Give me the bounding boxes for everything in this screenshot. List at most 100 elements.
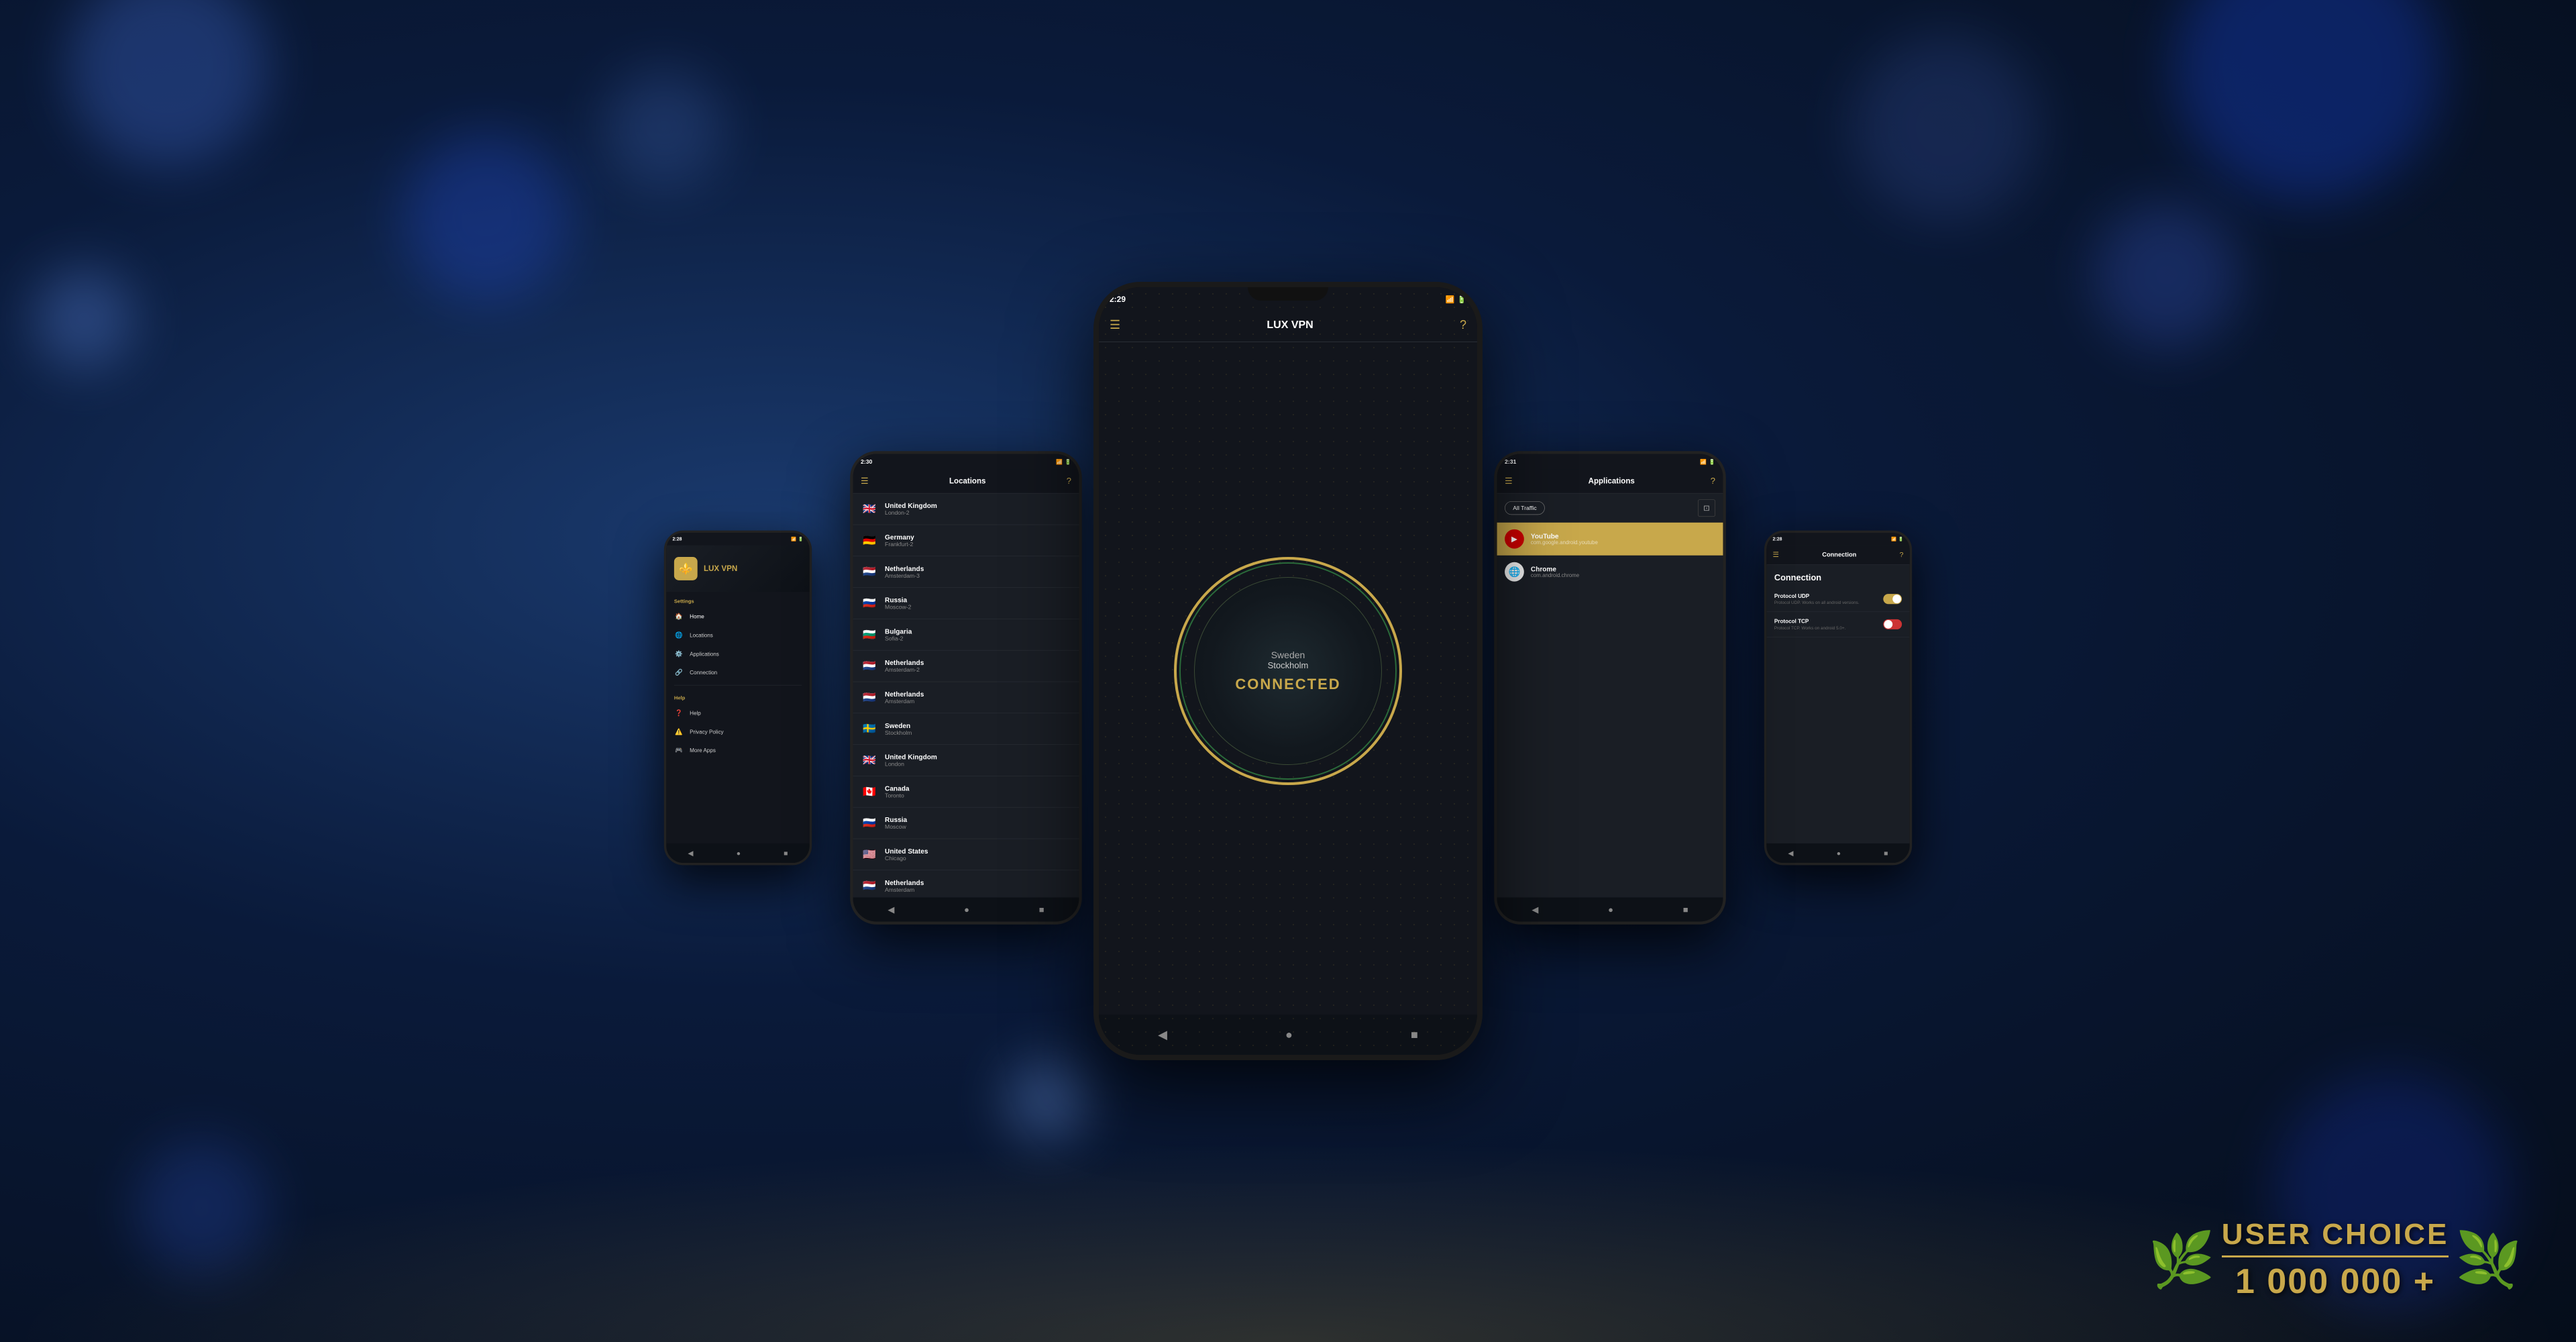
nav-item-help-label: Help	[690, 710, 701, 716]
app-item-youtube[interactable]: ▶ YouTube com.google.android.youtube	[1497, 523, 1723, 556]
app-package-chrome: com.android.chrome	[1531, 573, 1715, 579]
city-10: Moscow	[885, 823, 1071, 830]
nav-item-home-label: Home	[690, 613, 704, 619]
app-bar-setting: ☰ Connection ?	[1766, 546, 1909, 565]
more-apps-icon: 🎮	[674, 747, 684, 755]
nav-item-privacy-label: Privacy Policy	[690, 729, 724, 735]
udp-title: Protocol UDP	[1774, 592, 1860, 599]
location-item-7[interactable]: 🇸🇪 Sweden Stockholm	[853, 713, 1079, 745]
flag-us-11: 🇺🇸	[861, 845, 878, 863]
app-bar-title-loc: Locations	[874, 477, 1061, 486]
nav-item-privacy[interactable]: ⚠️ Privacy Policy	[666, 723, 809, 741]
award-badge: 🌿 USER CHOICE 1 000 000 + 🌿	[2148, 1218, 2522, 1302]
city-0: London-2	[885, 509, 1071, 516]
nav-app-name: LUX VPN	[704, 564, 737, 573]
nav-item-locations[interactable]: 🌐 Locations	[666, 626, 809, 645]
location-item-5[interactable]: 🇳🇱 Netherlands Amsterdam-2	[853, 651, 1079, 682]
status-icons-loc: 📶 🔋	[1056, 458, 1071, 464]
status-icons-setting: 📶 🔋	[1891, 537, 1903, 542]
help-btn-loc[interactable]: ?	[1067, 476, 1071, 486]
recent-btn-nav[interactable]: ■	[776, 846, 796, 860]
screen-locations: 2:30 📶 🔋 ☰ Locations ? 🇬🇧	[853, 454, 1079, 922]
nav-header: ⚜️ LUX VPN	[666, 546, 809, 592]
nav-item-applications[interactable]: ⚙️ Applications	[666, 645, 809, 664]
help-btn-apps[interactable]: ?	[1711, 476, 1715, 486]
toggle-knob-udp	[1892, 595, 1901, 603]
filter-icon: ⊡	[1703, 503, 1710, 513]
city-7: Stockholm	[885, 729, 1071, 736]
home-btn-apps[interactable]: ●	[1599, 900, 1623, 919]
toggle-tcp[interactable]	[1883, 619, 1902, 629]
menu-icon-apps[interactable]: ☰	[1505, 476, 1513, 486]
award-line1: USER CHOICE	[2222, 1218, 2449, 1257]
home-btn-nav[interactable]: ●	[729, 846, 749, 860]
help-btn-setting[interactable]: ?	[1900, 551, 1904, 559]
flag-ru-10: 🇷🇺	[861, 815, 878, 832]
back-btn-nav[interactable]: ◀	[680, 846, 701, 860]
tcp-desc: Protocol TCP. Works on android 5.0+.	[1774, 626, 1846, 631]
logo-icon: ⚜️	[679, 562, 692, 575]
home-btn-setting[interactable]: ●	[1829, 846, 1849, 860]
nav-item-home[interactable]: 🏠 Home	[666, 607, 809, 626]
location-item-9[interactable]: 🇨🇦 Canada Toronto	[853, 776, 1079, 808]
country-10: Russia	[885, 816, 1071, 824]
menu-icon-setting[interactable]: ☰	[1773, 551, 1779, 559]
city-8: London	[885, 761, 1071, 768]
location-item-12[interactable]: 🇳🇱 Netherlands Amsterdam	[853, 870, 1079, 897]
location-item-6[interactable]: 🇳🇱 Netherlands Amsterdam	[853, 682, 1079, 713]
connection-section-title: Connection	[1766, 565, 1909, 586]
connect-country: Sweden	[1271, 650, 1305, 660]
nav-logo: ⚜️	[674, 557, 698, 580]
screen-connected: 2:29 📶 🔋 ☰ LUX VPN ?	[1099, 287, 1477, 1055]
app-bar-loc: ☰ Locations ?	[853, 470, 1079, 494]
back-btn-loc[interactable]: ◀	[878, 900, 904, 919]
nav-item-more-label: More Apps	[690, 747, 716, 754]
app-item-chrome[interactable]: 🌐 Chrome com.android.chrome	[1497, 556, 1723, 588]
connection-tcp: Protocol TCP Protocol TCP. Works on andr…	[1766, 612, 1909, 637]
connect-button-container: Sweden Stockholm CONNECTED	[1174, 557, 1402, 785]
city-6: Amsterdam	[885, 698, 1071, 705]
location-item-11[interactable]: 🇺🇸 United States Chicago	[853, 839, 1079, 870]
back-btn-setting[interactable]: ◀	[1780, 846, 1801, 860]
nav-item-apps-label: Applications	[690, 651, 719, 657]
location-item-1[interactable]: 🇩🇪 Germany Frankfurt-2	[853, 525, 1079, 556]
location-item-4[interactable]: 🇧🇬 Bulgaria Sofia-2	[853, 619, 1079, 651]
back-btn-apps[interactable]: ◀	[1522, 900, 1548, 919]
country-8: United Kingdom	[885, 753, 1071, 761]
filter-icon-btn[interactable]: ⊡	[1698, 499, 1715, 517]
award-laurels: 🌿 USER CHOICE 1 000 000 + 🌿	[2148, 1218, 2522, 1302]
location-item-2[interactable]: 🇳🇱 Netherlands Amsterdam-3	[853, 556, 1079, 588]
recent-btn-loc[interactable]: ■	[1029, 900, 1054, 919]
location-item-3[interactable]: 🇷🇺 Russia Moscow-2	[853, 588, 1079, 619]
city-1: Frankfurt-2	[885, 541, 1071, 548]
recent-btn-setting[interactable]: ■	[1876, 846, 1896, 860]
nav-item-help[interactable]: ❓ Help	[666, 704, 809, 723]
toggle-knob-tcp	[1884, 620, 1892, 629]
bottom-nav-setting: ◀ ● ■	[1766, 843, 1909, 863]
city-12: Amsterdam	[885, 886, 1071, 893]
app-package-youtube: com.google.android.youtube	[1531, 540, 1715, 546]
location-item-0[interactable]: 🇬🇧 United Kingdom London-2	[853, 494, 1079, 525]
country-12: Netherlands	[885, 878, 1071, 886]
city-2: Amsterdam-3	[885, 572, 1071, 579]
connect-ring[interactable]: Sweden Stockholm CONNECTED	[1174, 557, 1402, 785]
country-1: Germany	[885, 533, 1071, 541]
filter-all-traffic[interactable]: All Traffic	[1505, 501, 1545, 515]
connect-circle[interactable]: Sweden Stockholm CONNECTED	[1194, 577, 1382, 765]
home-icon: 🏠	[674, 613, 684, 621]
location-item-10[interactable]: 🇷🇺 Russia Moscow	[853, 808, 1079, 839]
status-time-apps: 2:31	[1505, 458, 1516, 465]
award-line2: 1 000 000 +	[2222, 1257, 2449, 1302]
city-5: Amsterdam-2	[885, 666, 1071, 673]
recent-btn-apps[interactable]: ■	[1673, 900, 1698, 919]
status-time-setting: 2:28	[1773, 536, 1782, 541]
location-item-8[interactable]: 🇬🇧 United Kingdom London	[853, 745, 1079, 776]
menu-icon-loc[interactable]: ☰	[861, 476, 869, 486]
nav-item-more-apps[interactable]: 🎮 More Apps	[666, 741, 809, 760]
nav-item-connection[interactable]: 🔗 Connection	[666, 663, 809, 682]
home-btn-loc[interactable]: ●	[955, 900, 979, 919]
toggle-udp[interactable]	[1883, 594, 1902, 604]
tcp-title: Protocol TCP	[1774, 618, 1846, 624]
main-scene: 2:28 📶 🔋 ⚜️ LUX VPN Settings 🏠	[0, 0, 2576, 1342]
phone-connected: 2:29 📶 🔋 ☰ LUX VPN ?	[1093, 282, 1483, 1060]
